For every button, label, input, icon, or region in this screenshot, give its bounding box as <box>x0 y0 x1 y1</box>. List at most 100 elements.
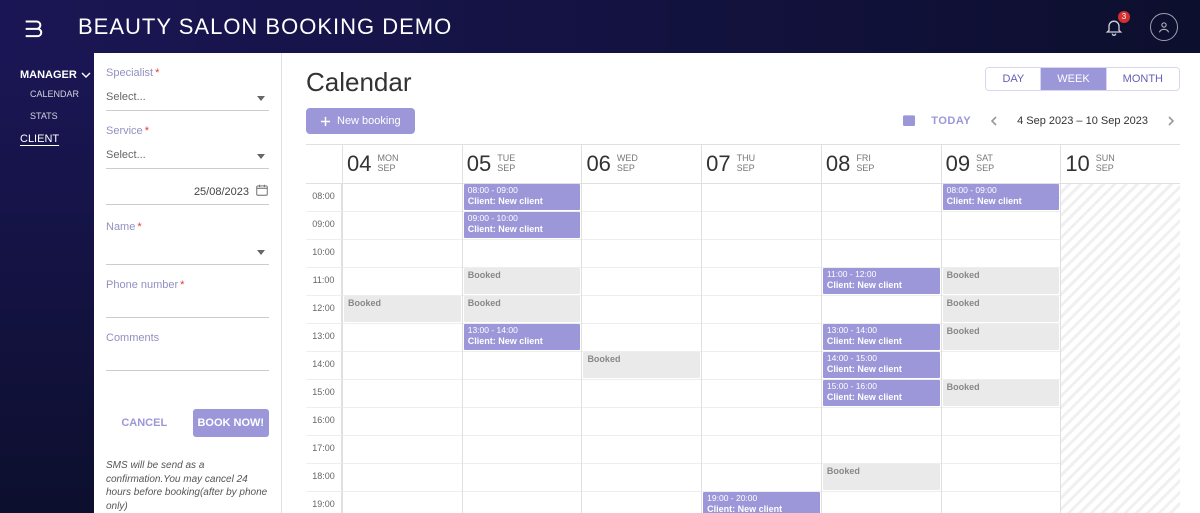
view-day-button[interactable]: DAY <box>986 68 1040 90</box>
client-booking-event[interactable]: 08:00 - 09:00Client: New client <box>464 184 581 210</box>
book-now-button[interactable]: BOOK NOW! <box>193 409 270 437</box>
day-column[interactable]: 08:00 - 09:00Client: New client09:00 - 1… <box>462 184 582 513</box>
booked-slot[interactable]: Booked <box>583 352 700 378</box>
form-footnote: SMS will be send as a confirmation.You m… <box>106 459 269 513</box>
client-booking-event[interactable]: 15:00 - 16:00Client: New client <box>823 380 940 406</box>
booked-slot[interactable]: Booked <box>464 296 581 322</box>
day-column[interactable]: Booked <box>581 184 701 513</box>
calendar-picker-icon[interactable] <box>255 183 269 200</box>
view-switcher: DAY WEEK MONTH <box>985 67 1180 91</box>
sidebar-item-client[interactable]: CLIENT <box>0 127 94 151</box>
view-month-button[interactable]: MONTH <box>1106 68 1179 90</box>
chevron-down-icon <box>81 70 91 80</box>
event-time: 08:00 - 09:00 <box>947 186 1056 196</box>
event-time: 08:00 - 09:00 <box>468 186 577 196</box>
event-label: Client: New client <box>468 196 577 206</box>
client-booking-event[interactable]: 09:00 - 10:00Client: New client <box>464 212 581 238</box>
calendar-grid-body[interactable]: 08:0009:0010:0011:0012:0013:0014:0015:00… <box>306 184 1180 513</box>
calendar-grid: 04MONSEP05TUESEP06WEDSEP07THUSEP08FRISEP… <box>306 144 1180 513</box>
hour-label: 09:00 <box>306 212 342 239</box>
day-number: 09 <box>946 151 970 177</box>
event-label: Client: New client <box>468 336 577 346</box>
day-month: SEP <box>976 164 994 174</box>
booked-slot[interactable]: Booked <box>943 380 1060 406</box>
event-time: 19:00 - 20:00 <box>707 494 816 504</box>
app-title: BEAUTY SALON BOOKING DEMO <box>78 14 452 40</box>
event-label: Booked <box>947 270 1056 280</box>
new-booking-label: New booking <box>337 115 401 127</box>
day-column[interactable]: Booked <box>342 184 462 513</box>
event-time: 14:00 - 15:00 <box>827 354 936 364</box>
event-time: 13:00 - 14:00 <box>468 326 577 336</box>
today-button[interactable]: TODAY <box>931 115 971 127</box>
day-month: SEP <box>617 164 638 174</box>
event-label: Client: New client <box>468 224 577 234</box>
specialist-select[interactable]: Select... <box>106 83 269 111</box>
day-header-cell: 06WEDSEP <box>581 145 701 183</box>
calendar-icon[interactable] <box>901 112 917 131</box>
prev-week-button[interactable] <box>985 114 1003 128</box>
client-booking-event[interactable]: 08:00 - 09:00Client: New client <box>943 184 1060 210</box>
hour-label: 13:00 <box>306 324 342 351</box>
event-time: 13:00 - 14:00 <box>827 326 936 336</box>
sidebar-item-stats[interactable]: STATS <box>0 105 94 127</box>
logo-icon <box>22 16 44 38</box>
next-week-button[interactable] <box>1162 114 1180 128</box>
sidebar-group-label: MANAGER <box>20 69 77 81</box>
booked-slot[interactable]: Booked <box>943 268 1060 294</box>
hour-label: 11:00 <box>306 268 342 295</box>
day-column[interactable]: 11:00 - 12:00Client: New client 13:00 - 1… <box>821 184 941 513</box>
hour-label: 10:00 <box>306 240 342 267</box>
day-column[interactable] <box>1060 184 1180 513</box>
date-range-text: 4 Sep 2023 – 10 Sep 2023 <box>1017 115 1148 127</box>
sidebar-group-manager[interactable]: MANAGER <box>0 67 94 83</box>
event-label: Booked <box>468 298 577 308</box>
event-time: 15:00 - 16:00 <box>827 382 936 392</box>
client-booking-event[interactable]: 11:00 - 12:00Client: New client <box>823 268 940 294</box>
date-input[interactable] <box>106 186 249 198</box>
name-label: Name* <box>106 221 269 233</box>
client-booking-event[interactable]: 19:00 - 20:00Client: New client <box>703 492 820 513</box>
name-select[interactable] <box>106 237 269 265</box>
day-header-cell: 10SUNSEP <box>1060 145 1180 183</box>
day-month: SEP <box>1096 164 1115 174</box>
calendar-pane: Calendar DAY WEEK MONTH New booking TODA… <box>282 53 1200 513</box>
hour-label: 12:00 <box>306 296 342 323</box>
view-week-button[interactable]: WEEK <box>1040 68 1105 90</box>
day-number: 10 <box>1065 151 1089 177</box>
event-label: Booked <box>468 270 577 280</box>
client-booking-event[interactable]: 13:00 - 14:00Client: New client <box>823 324 940 350</box>
new-booking-button[interactable]: New booking <box>306 108 415 134</box>
client-booking-event[interactable]: 13:00 - 14:00Client: New client <box>464 324 581 350</box>
specialist-label: Specialist* <box>106 67 269 79</box>
sidebar-item-calendar[interactable]: CALENDAR <box>0 83 94 105</box>
date-navigator: TODAY 4 Sep 2023 – 10 Sep 2023 <box>901 112 1180 131</box>
event-label: Booked <box>587 354 696 364</box>
booked-slot[interactable]: Booked <box>943 296 1060 322</box>
day-month: SEP <box>377 164 398 174</box>
day-column[interactable]: 19:00 - 20:00Client: New client <box>701 184 821 513</box>
booked-slot[interactable]: Booked <box>823 464 940 490</box>
phone-label: Phone number* <box>106 279 269 291</box>
day-header-cell: 07THUSEP <box>701 145 821 183</box>
client-booking-event[interactable]: 14:00 - 15:00Client: New client <box>823 352 940 378</box>
day-header-row: 04MONSEP05TUESEP06WEDSEP07THUSEP08FRISEP… <box>306 145 1180 184</box>
phone-input[interactable] <box>106 295 269 318</box>
sidebar: MANAGER CALENDAR STATS CLIENT <box>0 53 94 513</box>
booked-slot[interactable]: Booked <box>344 296 461 322</box>
day-column[interactable]: 08:00 - 09:00Client: New clientBookedBoo… <box>941 184 1061 513</box>
hour-label: 08:00 <box>306 184 342 211</box>
day-month: SEP <box>737 164 756 174</box>
comments-label: Comments <box>106 332 269 344</box>
day-number: 05 <box>467 151 491 177</box>
event-label: Client: New client <box>707 504 816 513</box>
user-avatar-button[interactable] <box>1150 13 1178 41</box>
cancel-button[interactable]: CANCEL <box>106 409 183 437</box>
service-select[interactable]: Select... <box>106 141 269 169</box>
notifications-button[interactable]: 3 <box>1100 13 1128 41</box>
comments-input[interactable] <box>106 348 269 371</box>
booked-slot[interactable]: Booked <box>464 268 581 294</box>
event-label: Client: New client <box>827 392 936 402</box>
booked-slot[interactable]: Booked <box>943 324 1060 350</box>
event-label: Booked <box>827 466 936 476</box>
